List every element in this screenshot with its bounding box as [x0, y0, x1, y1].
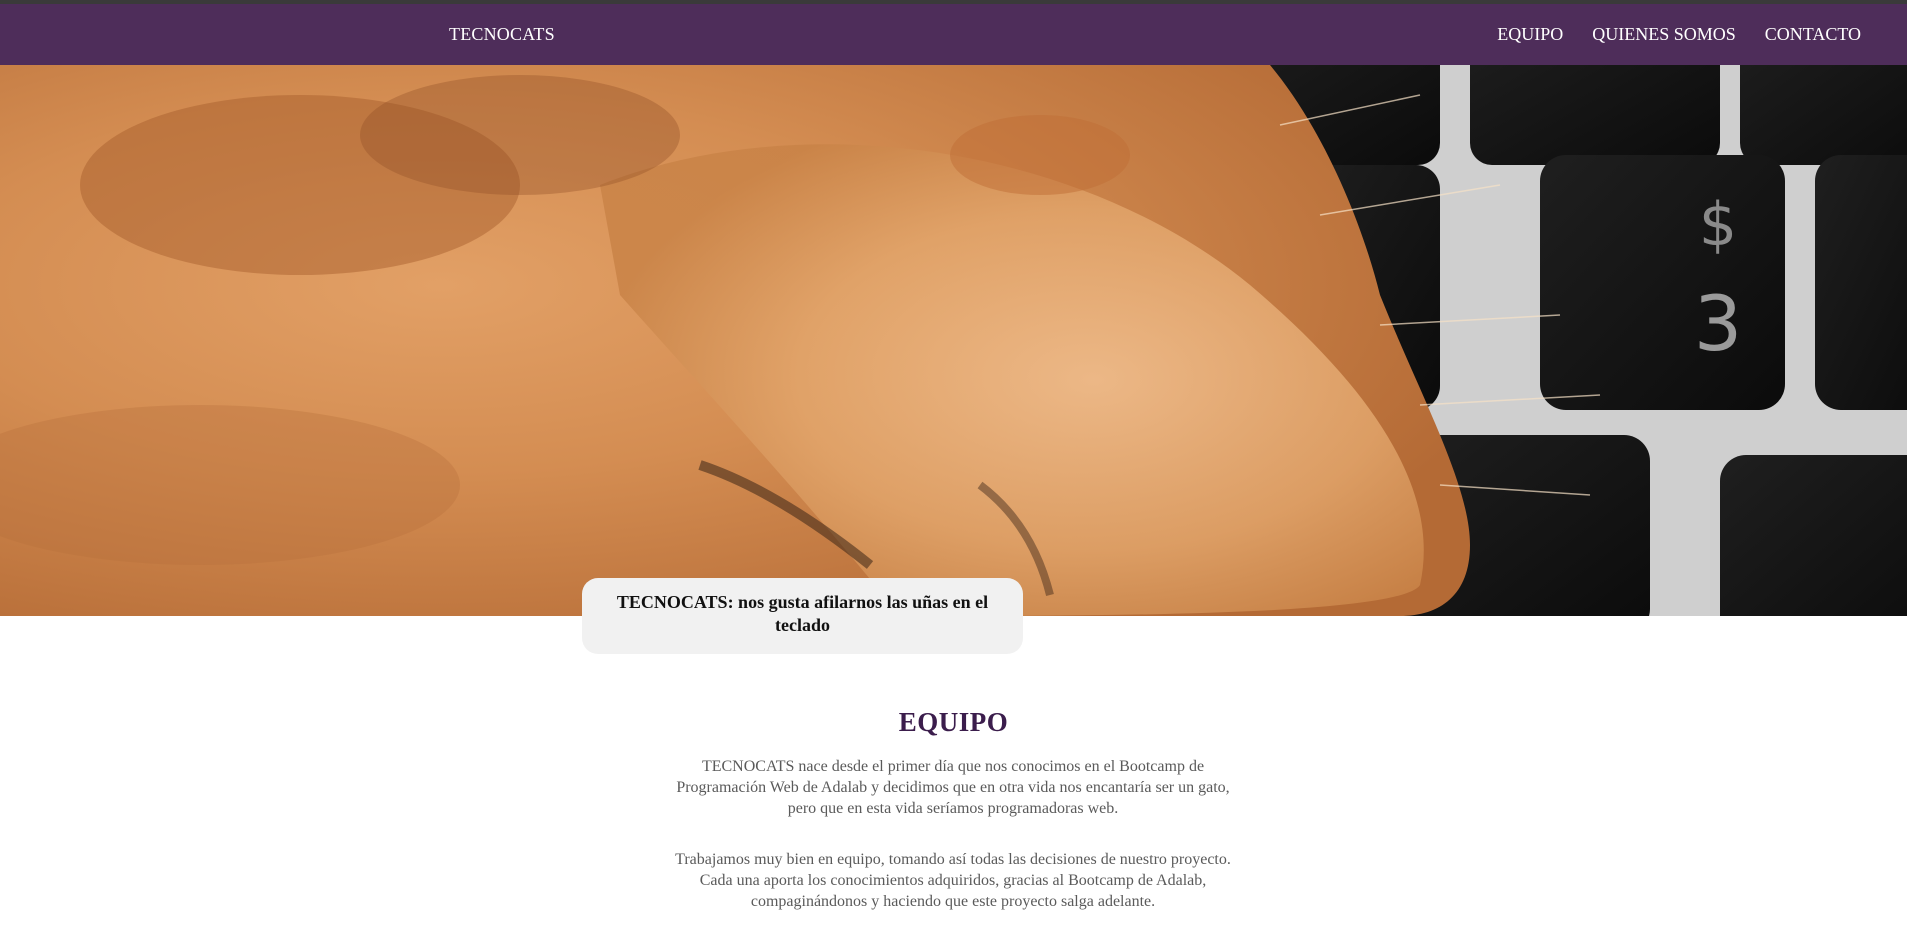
section-title-equipo: EQUIPO — [898, 707, 1009, 737]
keycap — [1740, 65, 1907, 165]
keycap — [1815, 155, 1907, 410]
team-paragraph-2: Trabajamos muy bien en equipo, tomando a… — [675, 851, 1231, 910]
hero-cat-paw-image: $ 3 — [0, 65, 1907, 616]
team-paragraph-1: TECNOCATS nace desde el primer día que n… — [676, 758, 1230, 817]
hero-banner: $ 3 — [0, 65, 1907, 616]
key-legend-dollar: $ — [1699, 190, 1737, 260]
nav-menu: EQUIPO QUIENES SOMOS CONTACTO — [1497, 24, 1861, 45]
nav-link-quienes-somos[interactable]: QUIENES SOMOS — [1592, 24, 1736, 45]
keycap — [1720, 455, 1907, 616]
hero-caption: TECNOCATS: nos gusta afilarnos las uñas … — [582, 578, 1023, 654]
nav-link-equipo[interactable]: EQUIPO — [1497, 24, 1563, 45]
brand-logo-link[interactable]: TECNOCATS — [449, 24, 555, 45]
keycap-dollar-three — [1540, 155, 1785, 410]
keycap — [1470, 65, 1720, 165]
nav-link-contacto[interactable]: CONTACTO — [1765, 24, 1861, 45]
key-legend-three: 3 — [1694, 279, 1742, 368]
top-navbar: TECNOCATS EQUIPO QUIENES SOMOS CONTACTO — [0, 4, 1907, 65]
